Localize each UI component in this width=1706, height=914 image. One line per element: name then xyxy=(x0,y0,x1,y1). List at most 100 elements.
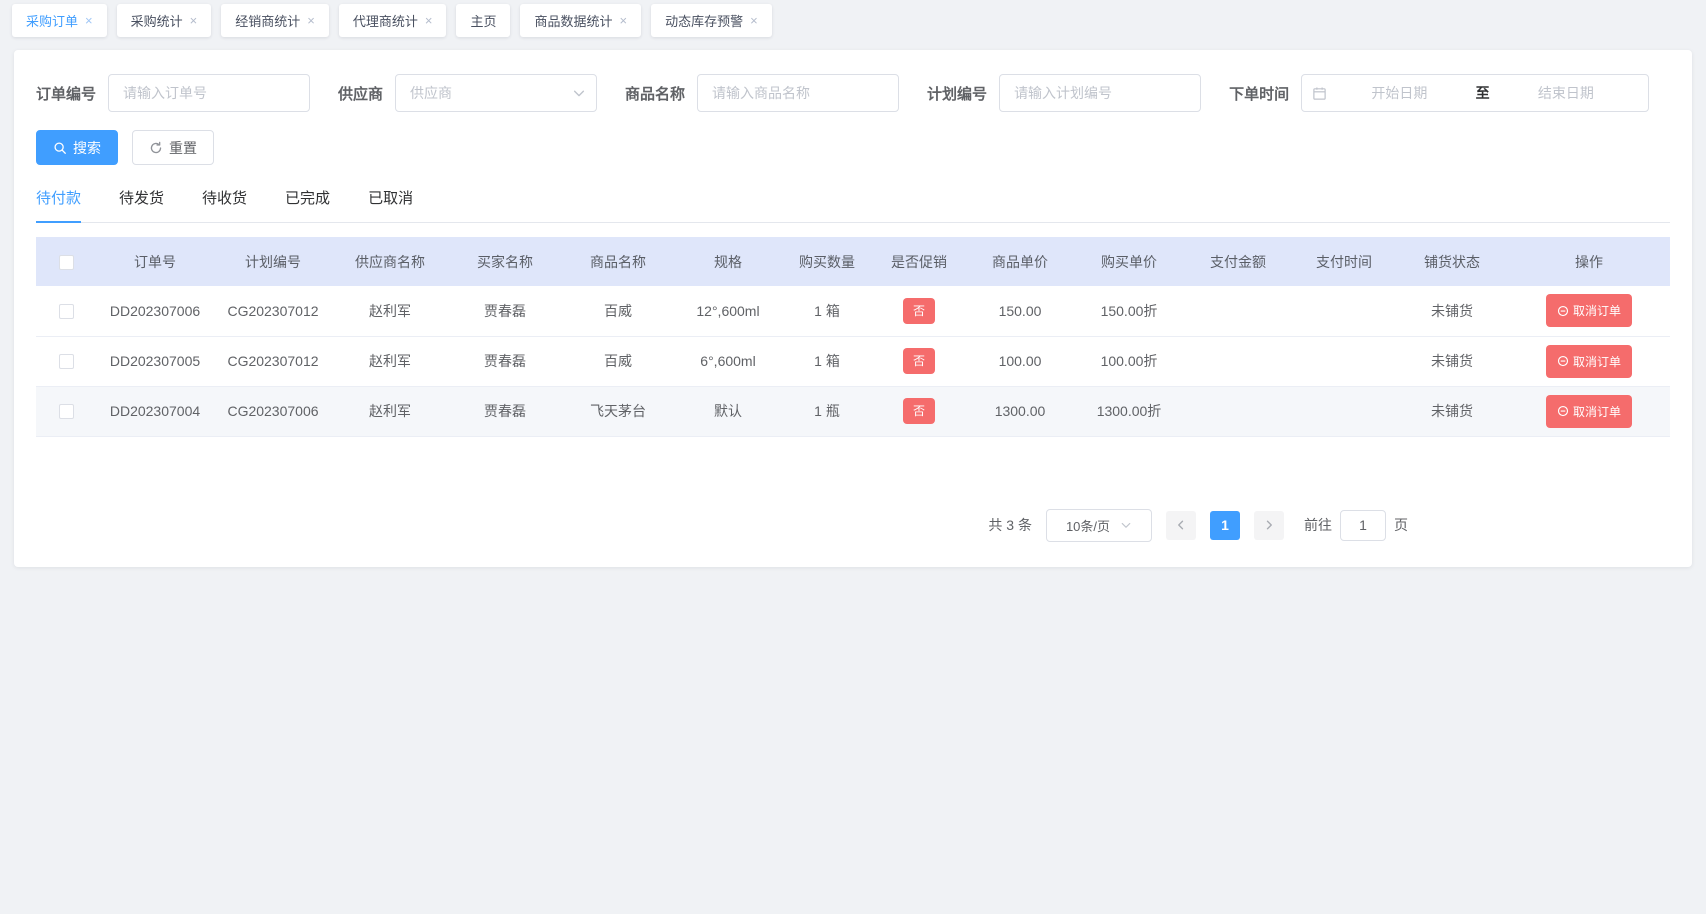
supplier-select[interactable]: 供应商 xyxy=(395,74,597,112)
cell-stock-status: 未铺货 xyxy=(1396,386,1508,436)
close-icon[interactable]: × xyxy=(190,14,198,27)
cell-quantity: 1 瓶 xyxy=(782,386,872,436)
cancel-circle-icon xyxy=(1557,305,1569,317)
orders-panel: 订单编号 供应商 供应商 商品名称 计划编号 下单时间 开始日期 至 结束日期 xyxy=(14,50,1692,567)
cell-buyer-name: 贾春磊 xyxy=(448,336,562,386)
cell-plan-no: CG202307012 xyxy=(214,336,332,386)
tag-label: 采购订单 xyxy=(26,11,78,30)
chevron-down-icon xyxy=(1120,519,1132,531)
col-product-name: 商品名称 xyxy=(562,237,674,286)
cell-quantity: 1 箱 xyxy=(782,286,872,336)
supplier-select-placeholder: 供应商 xyxy=(410,83,572,103)
tag-label: 动态库存预警 xyxy=(665,11,743,30)
cell-unit-price: 1300.00 xyxy=(966,386,1074,436)
tag-agent-stats[interactable]: 代理商统计 × xyxy=(339,4,447,37)
tag-home[interactable]: 主页 xyxy=(456,4,510,37)
col-plan-no: 计划编号 xyxy=(214,237,332,286)
tab-pending-receipt[interactable]: 待收货 xyxy=(202,187,247,222)
chevron-down-icon xyxy=(572,86,586,100)
cell-order-no: DD202307005 xyxy=(96,336,214,386)
cell-stock-status: 未铺货 xyxy=(1396,286,1508,336)
col-spec: 规格 xyxy=(674,237,782,286)
start-date-placeholder: 开始日期 xyxy=(1327,83,1472,103)
cancel-order-button[interactable]: 取消订单 xyxy=(1546,395,1632,428)
cell-unit-price: 150.00 xyxy=(966,286,1074,336)
col-purchase-price: 购买单价 xyxy=(1074,237,1184,286)
select-all-checkbox[interactable] xyxy=(59,255,74,270)
prev-page-button[interactable] xyxy=(1166,511,1196,540)
pagination: 共 3 条 10条/页 1 前往 页 xyxy=(36,509,1670,542)
cell-supplier-name: 赵利军 xyxy=(332,386,448,436)
col-buyer-name: 买家名称 xyxy=(448,237,562,286)
row-checkbox[interactable] xyxy=(59,404,74,419)
cancel-order-label: 取消订单 xyxy=(1573,353,1621,370)
col-stock-status: 铺货状态 xyxy=(1396,237,1508,286)
cancel-order-label: 取消订单 xyxy=(1573,403,1621,420)
cell-supplier-name: 赵利军 xyxy=(332,286,448,336)
cancel-order-button[interactable]: 取消订单 xyxy=(1546,294,1632,327)
table-row: DD202307005 CG202307012 赵利军 贾春磊 百威 6°,60… xyxy=(36,336,1670,386)
tag-product-data-stats[interactable]: 商品数据统计 × xyxy=(520,4,641,37)
order-time-range-picker[interactable]: 开始日期 至 结束日期 xyxy=(1301,74,1649,112)
order-no-input[interactable] xyxy=(108,74,310,112)
col-pay-time: 支付时间 xyxy=(1292,237,1396,286)
cell-product-name: 百威 xyxy=(562,336,674,386)
tag-label: 代理商统计 xyxy=(353,11,418,30)
cell-pay-time xyxy=(1292,336,1396,386)
close-icon[interactable]: × xyxy=(619,14,627,27)
order-time-label: 下单时间 xyxy=(1229,83,1289,104)
page-size-select[interactable]: 10条/页 xyxy=(1046,509,1152,542)
cell-unit-price: 100.00 xyxy=(966,336,1074,386)
goto-page-input[interactable] xyxy=(1340,510,1386,541)
search-actions: 搜索 重置 xyxy=(36,130,1670,165)
col-order-no: 订单号 xyxy=(96,237,214,286)
col-unit-price: 商品单价 xyxy=(966,237,1074,286)
cancel-order-button[interactable]: 取消订单 xyxy=(1546,345,1632,378)
search-button[interactable]: 搜索 xyxy=(36,130,118,165)
next-page-button[interactable] xyxy=(1254,511,1284,540)
tab-completed[interactable]: 已完成 xyxy=(285,187,330,222)
col-pay-amount: 支付金额 xyxy=(1184,237,1292,286)
tab-cancelled[interactable]: 已取消 xyxy=(368,187,413,222)
cell-plan-no: CG202307012 xyxy=(214,286,332,336)
close-icon[interactable]: × xyxy=(750,14,758,27)
goto-suffix: 页 xyxy=(1394,515,1408,535)
tag-label: 商品数据统计 xyxy=(534,11,612,30)
row-checkbox[interactable] xyxy=(59,354,74,369)
reset-button[interactable]: 重置 xyxy=(132,130,214,165)
cell-buyer-name: 贾春磊 xyxy=(448,286,562,336)
tab-pending-payment[interactable]: 待付款 xyxy=(36,187,81,222)
table-row: DD202307006 CG202307012 赵利军 贾春磊 百威 12°,6… xyxy=(36,286,1670,336)
refresh-icon xyxy=(149,141,163,155)
close-icon[interactable]: × xyxy=(85,14,93,27)
cancel-order-label: 取消订单 xyxy=(1573,302,1621,319)
cancel-circle-icon xyxy=(1557,355,1569,367)
tag-label: 采购统计 xyxy=(131,11,183,30)
cell-spec: 默认 xyxy=(674,386,782,436)
search-form: 订单编号 供应商 供应商 商品名称 计划编号 下单时间 开始日期 至 结束日期 xyxy=(36,74,1670,112)
pagination-total: 共 3 条 xyxy=(988,515,1032,535)
page-number-button[interactable]: 1 xyxy=(1210,511,1240,540)
cell-purchase-price: 150.00折 xyxy=(1074,286,1184,336)
order-status-tabs: 待付款 待发货 待收货 已完成 已取消 xyxy=(36,187,1670,223)
supplier-label: 供应商 xyxy=(338,83,383,104)
calendar-icon xyxy=(1312,86,1327,101)
product-name-input[interactable] xyxy=(697,74,899,112)
tag-stock-warning[interactable]: 动态库存预警 × xyxy=(651,4,772,37)
cell-pay-time xyxy=(1292,286,1396,336)
cell-pay-amount xyxy=(1184,336,1292,386)
tag-dealer-stats[interactable]: 经销商统计 × xyxy=(221,4,329,37)
date-range-separator: 至 xyxy=(1472,83,1494,103)
close-icon[interactable]: × xyxy=(307,14,315,27)
reset-button-label: 重置 xyxy=(169,138,197,158)
tab-pending-shipment[interactable]: 待发货 xyxy=(119,187,164,222)
plan-no-input[interactable] xyxy=(999,74,1201,112)
col-quantity: 购买数量 xyxy=(782,237,872,286)
tag-purchase-orders[interactable]: 采购订单 × xyxy=(12,4,107,37)
tags-view-bar: 采购订单 × 采购统计 × 经销商统计 × 代理商统计 × 主页 商品数据统计 … xyxy=(0,0,1706,40)
table-row: DD202307004 CG202307006 赵利军 贾春磊 飞天茅台 默认 … xyxy=(36,386,1670,436)
col-promo: 是否促销 xyxy=(872,237,966,286)
close-icon[interactable]: × xyxy=(425,14,433,27)
row-checkbox[interactable] xyxy=(59,304,74,319)
tag-purchase-stats[interactable]: 采购统计 × xyxy=(117,4,212,37)
